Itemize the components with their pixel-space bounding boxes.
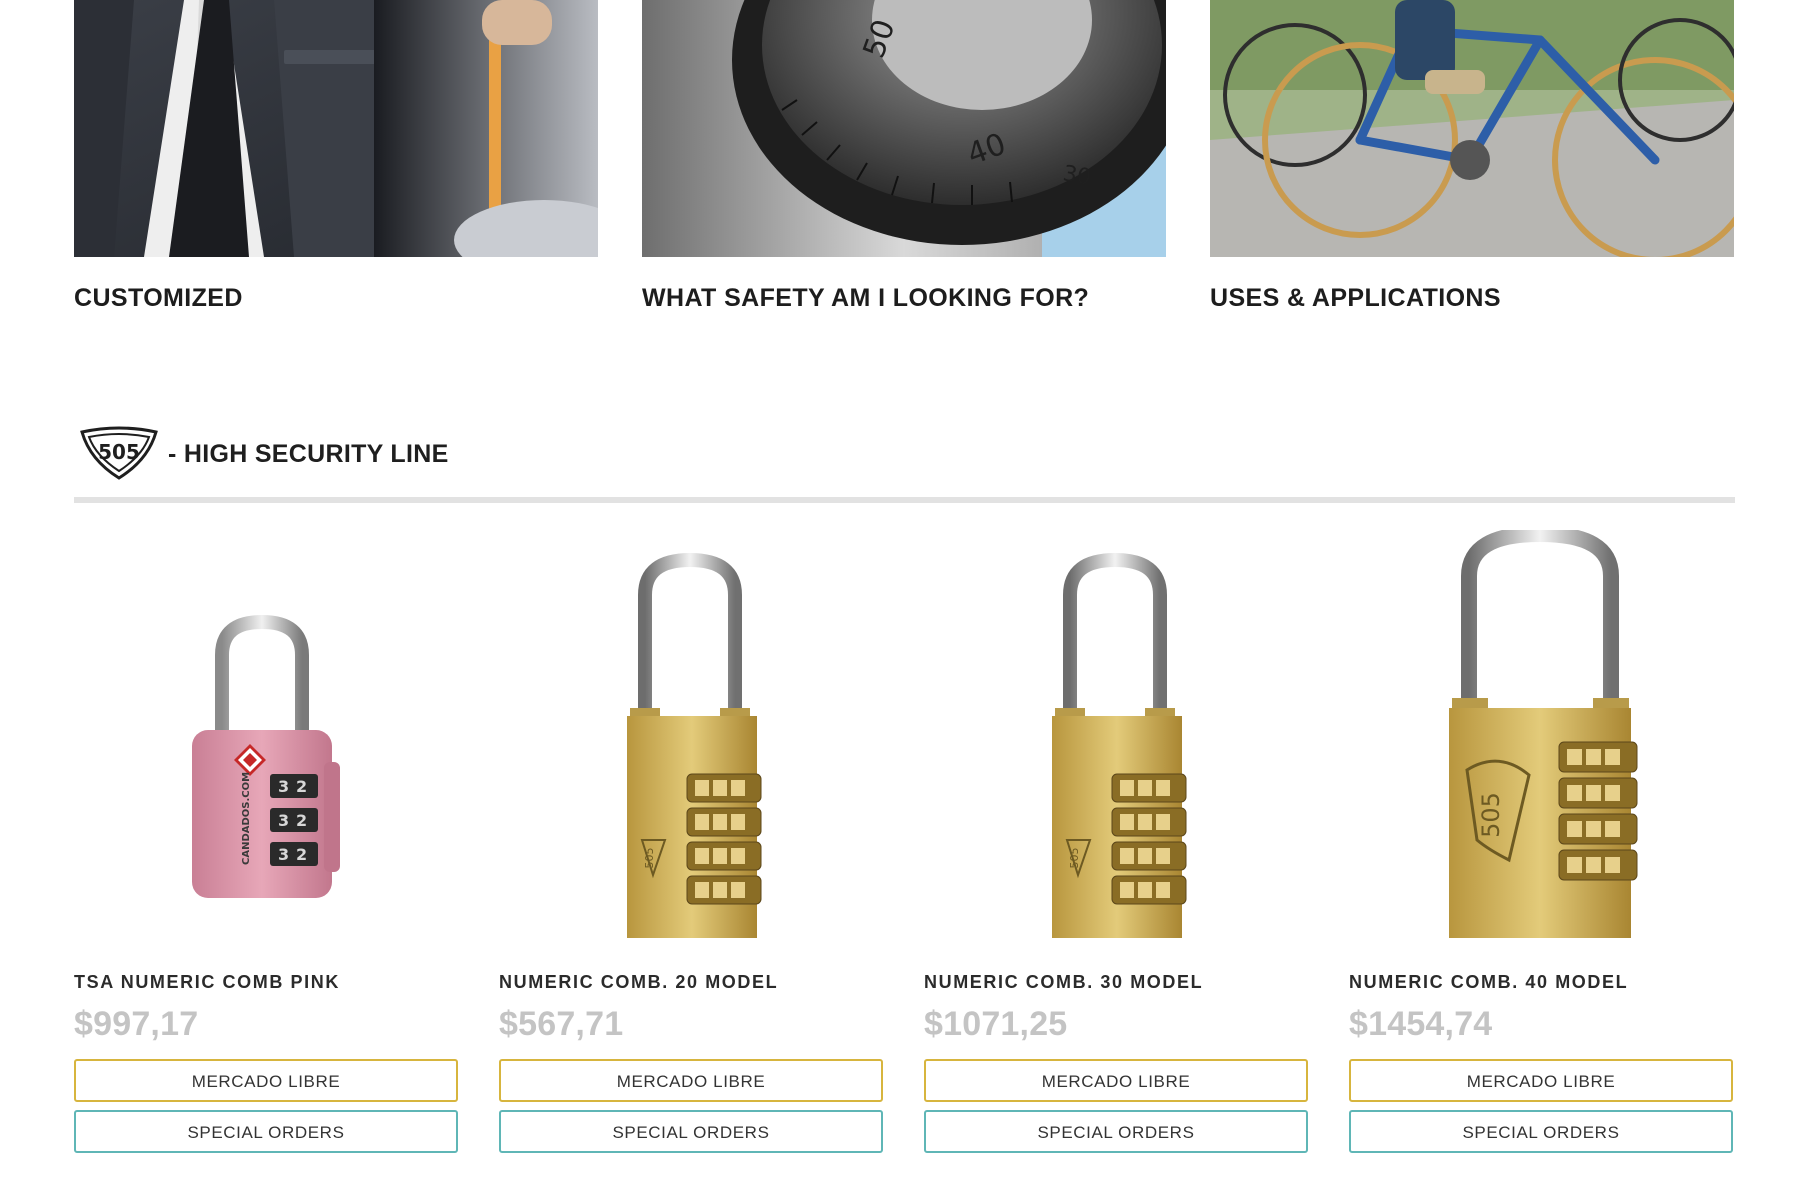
product-name[interactable]: TSA NUMERIC COMB PINK [74,972,458,993]
brass-padlock-icon: 505 [1052,552,1187,938]
svg-text:2: 2 [296,845,307,864]
category-safety[interactable]: 50 40 30 WHAT SAFETY AM I LOOKING FOR? [642,0,1166,320]
category-label[interactable]: WHAT SAFETY AM I LOOKING FOR? [642,284,1166,313]
svg-text:2: 2 [296,811,307,830]
category-customized[interactable]: CUSTOMIZED [74,0,598,320]
safe-dial-photo: 50 40 30 [642,0,1166,257]
category-row: CUSTOMIZED 50 40 30 WHAT SAFETY AM I LOO… [74,0,1735,320]
svg-text:505: 505 [1068,848,1081,869]
product-image[interactable]: CANDADOS.COM 32 32 32 [74,530,458,950]
mercado-libre-button[interactable]: MERCADO LIBRE [499,1059,883,1102]
category-uses[interactable]: USES & APPLICATIONS [1210,0,1734,320]
mercado-libre-button[interactable]: MERCADO LIBRE [924,1059,1308,1102]
svg-text:3: 3 [278,811,289,830]
product-card: CANDADOS.COM 32 32 32 TSA NUMERIC COMB P… [74,530,458,1153]
product-name[interactable]: NUMERIC COMB. 40 MODEL [1349,972,1733,993]
product-card: 505 NUMERIC COMB. 40 MODEL $1454,74 MERC… [1349,530,1733,1153]
product-card: 505 NUMERIC COMB. 30 MODEL $1071,25 MERC… [924,530,1308,1153]
product-name[interactable]: NUMERIC COMB. 20 MODEL [499,972,883,993]
svg-text:3: 3 [278,777,289,796]
section-title: - HIGH SECURITY LINE [168,439,449,468]
svg-text:2: 2 [296,777,307,796]
tailor-suit-photo [74,0,598,257]
category-image-safety[interactable]: 50 40 30 [642,0,1166,257]
special-orders-button[interactable]: SPECIAL ORDERS [924,1110,1308,1153]
svg-text:505: 505 [98,440,140,464]
product-price: $997,17 [74,1005,199,1043]
product-image[interactable]: 505 [1349,530,1733,950]
pink-tsa-padlock-icon: CANDADOS.COM 32 32 32 [192,614,340,898]
section-header: 505 - HIGH SECURITY LINE [74,424,1735,484]
category-image-uses[interactable] [1210,0,1734,257]
svg-text:505: 505 [1477,792,1505,838]
brass-padlock-icon: 505 [1449,530,1638,938]
svg-text:505: 505 [643,848,656,869]
brass-padlock-icon: 505 [627,552,762,938]
product-price: $1454,74 [1349,1005,1493,1043]
brand-505-logo-icon: 505 [80,426,158,480]
product-image[interactable]: 505 [924,530,1308,950]
svg-text:CANDADOS.COM: CANDADOS.COM [241,772,252,865]
page: CUSTOMIZED 50 40 30 WHAT SAFETY AM I LOO… [0,0,1800,1200]
section-divider [74,497,1735,503]
product-image[interactable]: 505 [499,530,883,950]
svg-text:30: 30 [1061,161,1093,190]
special-orders-button[interactable]: SPECIAL ORDERS [499,1110,883,1153]
bicycle-photo [1210,0,1734,257]
mercado-libre-button[interactable]: MERCADO LIBRE [74,1059,458,1102]
special-orders-button[interactable]: SPECIAL ORDERS [74,1110,458,1153]
category-label[interactable]: USES & APPLICATIONS [1210,284,1734,313]
mercado-libre-button[interactable]: MERCADO LIBRE [1349,1059,1733,1102]
product-grid: CANDADOS.COM 32 32 32 TSA NUMERIC COMB P… [74,530,1735,1153]
product-price: $567,71 [499,1005,624,1043]
special-orders-button[interactable]: SPECIAL ORDERS [1349,1110,1733,1153]
category-image-customized[interactable] [74,0,598,257]
product-price: $1071,25 [924,1005,1068,1043]
product-card: 505 NUMERIC COMB. 20 MODEL $567,71 MERCA… [499,530,883,1153]
svg-text:3: 3 [278,845,289,864]
product-name[interactable]: NUMERIC COMB. 30 MODEL [924,972,1308,993]
category-label[interactable]: CUSTOMIZED [74,284,598,313]
